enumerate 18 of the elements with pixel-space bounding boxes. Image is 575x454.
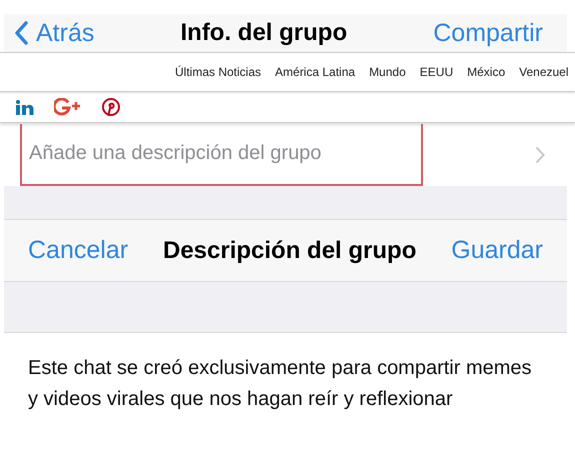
news-link[interactable]: América Latina: [275, 65, 356, 79]
back-button[interactable]: Atrás: [14, 18, 94, 48]
news-link[interactable]: Mundo: [369, 65, 406, 79]
news-link[interactable]: Venezuel: [519, 65, 569, 79]
save-button[interactable]: Guardar: [451, 236, 543, 265]
news-link[interactable]: México: [467, 65, 506, 79]
chevron-right-icon: [535, 146, 545, 164]
google-plus-icon[interactable]: [54, 98, 82, 116]
pinterest-icon[interactable]: [102, 98, 120, 116]
back-icon: [14, 21, 28, 45]
news-link[interactable]: Últimas Noticias: [175, 65, 262, 79]
edit-title: Descripción del grupo: [162, 236, 416, 264]
linkedin-icon[interactable]: [16, 100, 34, 114]
screen-title: Info. del grupo: [180, 19, 348, 47]
description-text: Este chat se creó exclusivamente para compartir memes y videos virales que nos hagan reír y reflexionar: [28, 356, 533, 412]
news-link[interactable]: EEUU: [420, 65, 454, 79]
cancel-button[interactable]: Cancelar: [28, 236, 128, 265]
share-button[interactable]: Compartir: [433, 18, 543, 48]
